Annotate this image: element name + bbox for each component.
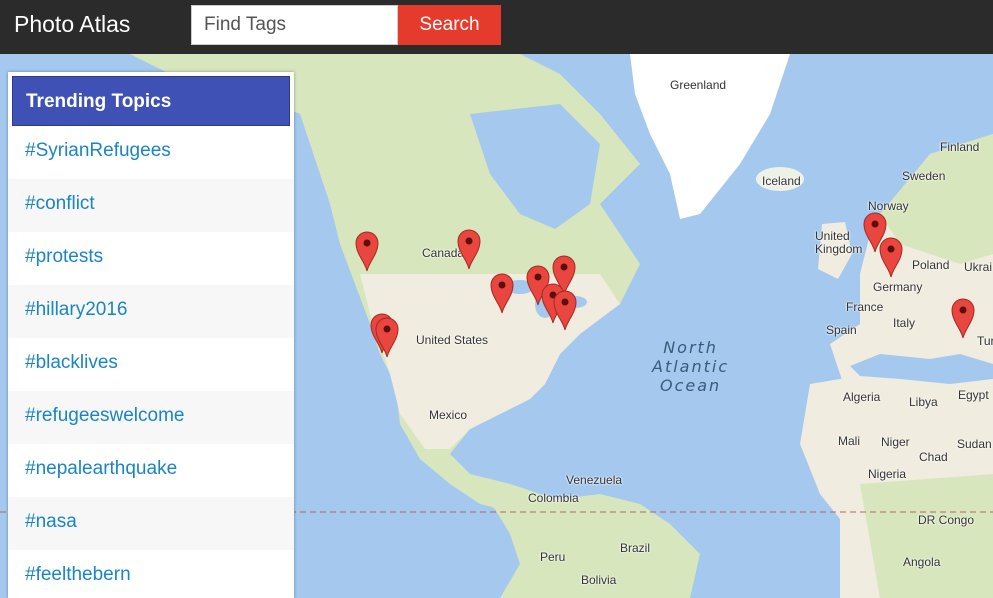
topic-item[interactable]: #hillary2016	[8, 285, 294, 338]
label-poland: Poland	[912, 258, 950, 272]
label-bolivia: Bolivia	[581, 573, 617, 587]
top-bar: Photo Atlas Search	[0, 0, 993, 54]
topic-item[interactable]: #nepalearthquake	[8, 444, 294, 497]
label-mexico: Mexico	[429, 408, 468, 422]
map-marker-pin[interactable]	[552, 289, 578, 331]
trending-topics-title: Trending Topics	[12, 76, 290, 126]
label-greenland: Greenland	[670, 78, 727, 92]
label-ukraine: Ukrai	[964, 260, 993, 274]
label-drcongo: DR Congo	[918, 513, 975, 527]
label-chad: Chad	[919, 450, 948, 464]
topic-item[interactable]: #refugeeswelcome	[8, 391, 294, 444]
label-venezuela: Venezuela	[566, 473, 623, 487]
map-marker-pin[interactable]	[374, 316, 400, 358]
topic-item[interactable]: #SyrianRefugees	[8, 126, 294, 179]
topic-item[interactable]: #nasa	[8, 497, 294, 550]
label-north-atlantic-ocean: North Atlantic Ocean	[652, 338, 730, 395]
map-marker-pin[interactable]	[456, 228, 482, 270]
topic-item[interactable]: #feelthebern	[8, 550, 294, 598]
map-marker-pin[interactable]	[878, 236, 904, 278]
label-turkey: Tur	[977, 334, 993, 348]
label-colombia: Colombia	[528, 491, 579, 505]
label-iceland: Iceland	[762, 174, 801, 188]
label-italy: Italy	[893, 316, 916, 330]
topic-item[interactable]: #blacklives	[8, 338, 294, 391]
label-nigeria: Nigeria	[868, 467, 907, 481]
label-egypt: Egypt	[958, 388, 989, 402]
label-uk: United Kingdom	[815, 229, 863, 256]
tag-search-input[interactable]	[191, 5, 398, 45]
label-usa: United States	[416, 333, 489, 347]
topic-item[interactable]: #protests	[8, 232, 294, 285]
map-marker-pin[interactable]	[489, 272, 515, 314]
label-peru: Peru	[540, 550, 566, 564]
label-niger: Niger	[881, 435, 910, 449]
label-germany: Germany	[873, 280, 923, 294]
label-spain: Spain	[826, 323, 857, 337]
map-marker-pin[interactable]	[950, 297, 976, 339]
map-marker-pin[interactable]	[354, 230, 380, 272]
topic-item[interactable]: #conflict	[8, 179, 294, 232]
trending-topics-panel: Trending Topics #SyrianRefugees #conflic…	[8, 72, 294, 598]
label-brazil: Brazil	[620, 541, 651, 555]
label-france: France	[846, 300, 884, 314]
label-libya: Libya	[909, 395, 938, 409]
label-algeria: Algeria	[843, 390, 881, 404]
label-sudan: Sudan	[957, 437, 992, 451]
search-button[interactable]: Search	[398, 5, 501, 45]
label-sweden: Sweden	[902, 169, 946, 183]
label-finland: Finland	[940, 140, 980, 154]
label-mali: Mali	[838, 434, 861, 448]
label-angola: Angola	[903, 555, 941, 569]
app-title[interactable]: Photo Atlas	[14, 11, 130, 38]
